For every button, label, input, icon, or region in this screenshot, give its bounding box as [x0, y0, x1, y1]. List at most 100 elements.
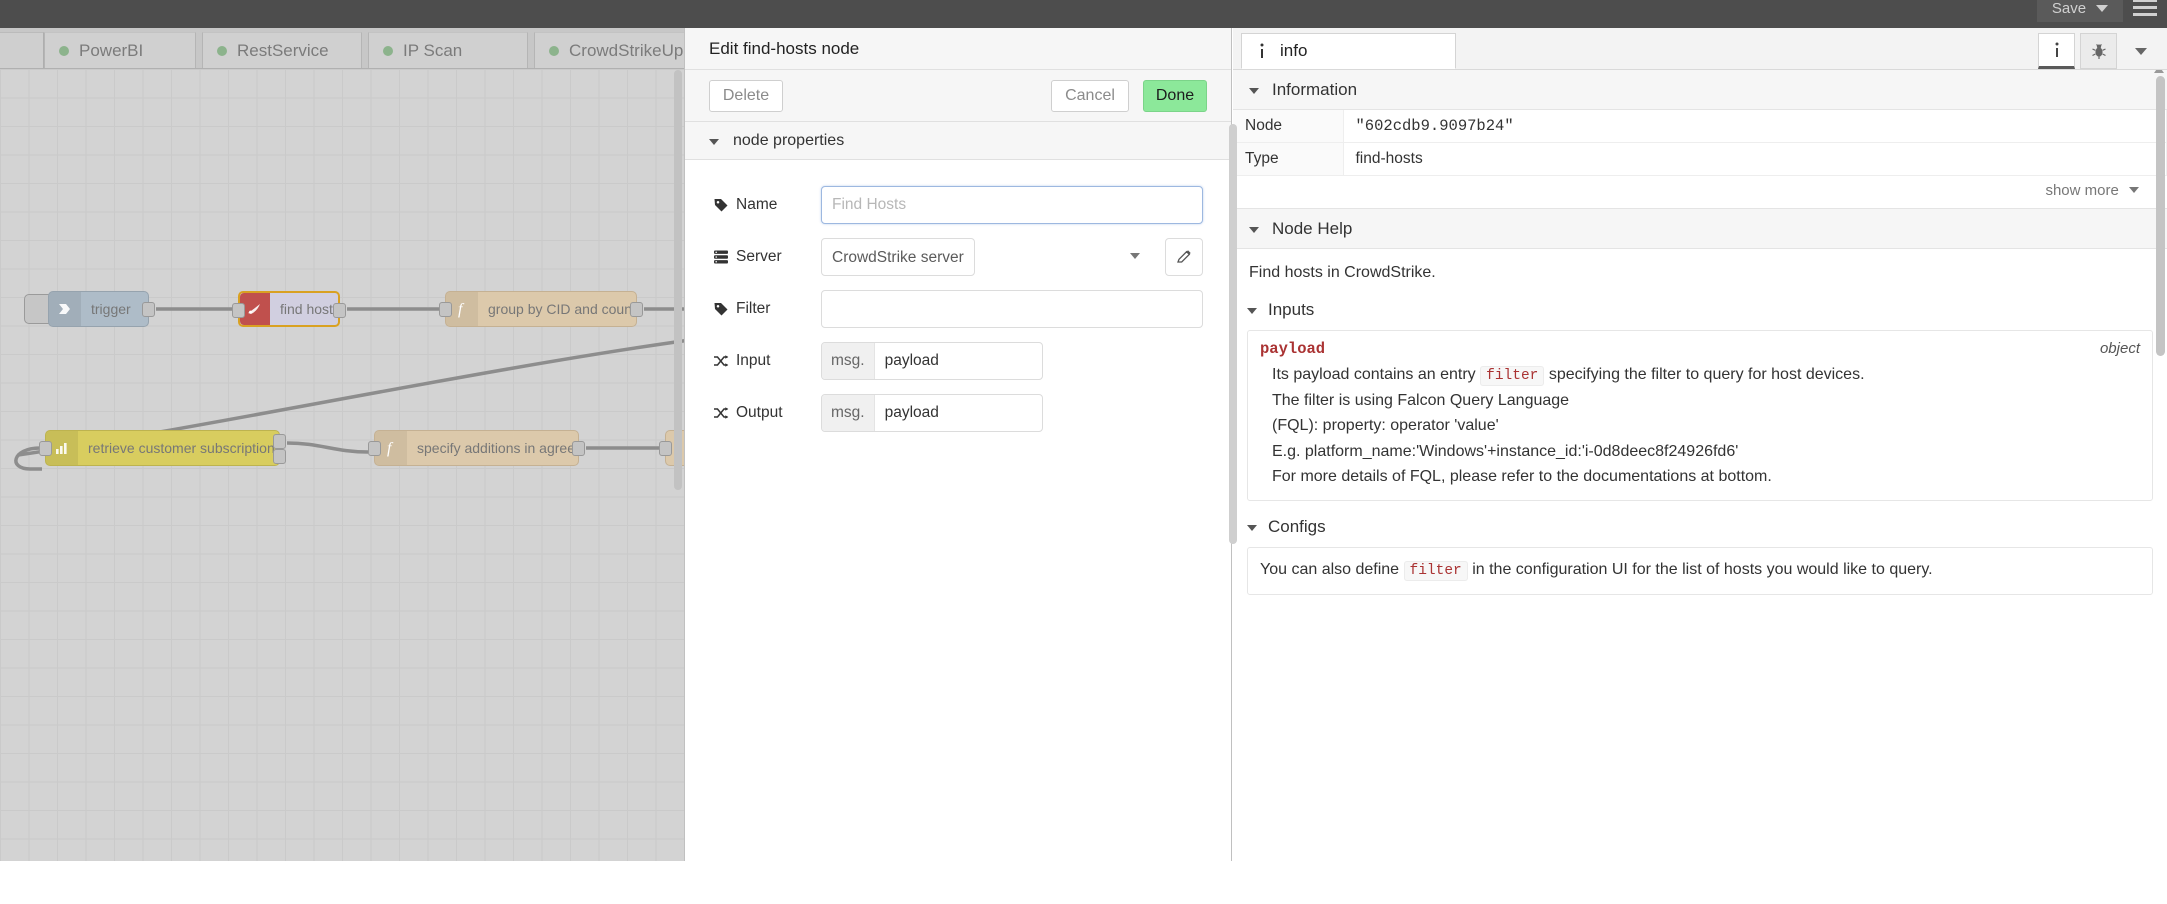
node-input-port[interactable]: [368, 441, 381, 456]
chevron-down-icon: [2129, 187, 2139, 193]
name-input[interactable]: [821, 186, 1203, 224]
svg-text:f: f: [458, 301, 465, 318]
debug-button[interactable]: [2080, 33, 2117, 69]
node-label: specify additions in agreement: [417, 440, 578, 456]
tab-info-label: info: [1280, 41, 1308, 60]
tab-scroll-stub[interactable]: [0, 32, 44, 68]
input-fql-line-2: (FQL): property: operator 'value': [1272, 417, 1499, 435]
node-properties-form: Name Server: [685, 160, 1231, 904]
input-msg-field[interactable]: msg. payload: [821, 342, 1043, 380]
sidebar-content: Information Node "602cdb9.9097b24" Type …: [1233, 70, 2167, 861]
tab-crowdstrikeupdate[interactable]: CrowdStrikeUpdate: [534, 32, 716, 68]
input-property-description: Its payload contains an entry filter spe…: [1260, 362, 2140, 388]
information-section-header[interactable]: Information: [1233, 70, 2167, 110]
dialog-toolbar: Delete Cancel Done: [685, 70, 1231, 122]
save-button[interactable]: Save: [2037, 0, 2123, 22]
input-property-name: payload: [1260, 340, 1326, 359]
node-label: group by CID and count hosts: [488, 301, 636, 317]
edit-server-config-button[interactable]: [1165, 238, 1203, 276]
chevron-down-icon: [1130, 253, 1140, 259]
filter-label-text: Filter: [736, 300, 771, 317]
node-input-port[interactable]: [232, 303, 245, 318]
desc-text: specifying the filter to query for host …: [1548, 366, 1865, 384]
node-output-port[interactable]: [142, 302, 155, 317]
status-dot-green-icon: [383, 45, 393, 56]
done-button[interactable]: Done: [1143, 79, 1207, 112]
show-more-button[interactable]: show more: [1233, 176, 2167, 209]
form-row-server: Server CrowdStrike server: [685, 238, 1231, 276]
node-output-port[interactable]: [333, 303, 346, 318]
arrow-into-box-icon: [49, 292, 81, 326]
input-msg-value[interactable]: payload: [875, 343, 949, 379]
information-header-label: Information: [1272, 79, 1358, 99]
node-output-port-1[interactable]: [273, 434, 286, 449]
node-output-port[interactable]: [572, 441, 585, 456]
shuffle-icon: [714, 407, 729, 419]
input-msg-prefix: msg.: [822, 343, 875, 379]
node-label: find hosts: [280, 301, 338, 317]
input-fql-reference: For more details of FQL, please refer to…: [1272, 467, 1772, 485]
dialog-scrollbar[interactable]: [1229, 124, 1237, 544]
node-output-port-2[interactable]: [273, 449, 286, 464]
node-find-hosts[interactable]: find hosts: [232, 291, 346, 327]
tab-ip-scan[interactable]: IP Scan: [368, 32, 528, 68]
node-input-port[interactable]: [39, 441, 52, 456]
node-retrieve-customer-subscription[interactable]: retrieve customer subscription details: [39, 430, 286, 466]
inputs-header-label: Inputs: [1268, 300, 1315, 320]
inputs-subsection-header[interactable]: Inputs: [1233, 294, 2167, 326]
node-group-by-cid[interactable]: f group by CID and count hosts: [439, 291, 643, 327]
tab-label: RestService: [237, 40, 329, 60]
chevron-down-icon: [1247, 525, 1257, 532]
node-output-port[interactable]: [630, 302, 643, 317]
delete-button[interactable]: Delete: [709, 79, 783, 112]
shuffle-icon: [714, 355, 729, 367]
status-dot-green-icon: [217, 45, 227, 56]
more-button[interactable]: [2122, 33, 2159, 69]
scroll-up-icon[interactable]: [2154, 70, 2164, 73]
tab-label: PowerBI: [79, 40, 144, 60]
canvas-scrollbar[interactable]: [674, 70, 682, 490]
tag-icon: [714, 199, 728, 212]
output-msg-value[interactable]: payload: [875, 395, 949, 431]
node-input-port[interactable]: [659, 441, 672, 456]
filter-input[interactable]: [821, 290, 1203, 328]
sidebar-tool-buttons: [2038, 33, 2159, 69]
server-select-wrap: CrowdStrike server: [821, 238, 1203, 276]
info-button[interactable]: [2038, 33, 2075, 69]
node-trigger[interactable]: trigger: [48, 291, 155, 327]
form-row-input: Input msg. payload: [685, 342, 1231, 380]
output-msg-field[interactable]: msg. payload: [821, 394, 1043, 432]
node-specify-additions[interactable]: f specify additions in agreement: [368, 430, 585, 466]
cancel-button[interactable]: Cancel: [1051, 79, 1129, 112]
header-actions: Save: [2037, 0, 2167, 28]
hamburger-menu-icon[interactable]: [2123, 0, 2167, 21]
name-input-wrap: [821, 186, 1203, 224]
server-field-label: Server: [713, 248, 821, 266]
node-properties-section-header[interactable]: node properties: [685, 122, 1231, 160]
chevron-down-icon: [2134, 47, 2147, 55]
desc-text: Its payload contains an entry: [1272, 366, 1476, 384]
filter-code-token: filter: [1480, 366, 1545, 387]
sidebar-tab-row: info: [1233, 28, 2167, 70]
node-help-header-label: Node Help: [1272, 218, 1353, 238]
tab-info[interactable]: info: [1241, 33, 1456, 69]
form-row-filter: Filter: [685, 290, 1231, 328]
name-field-label: Name: [713, 196, 821, 214]
input-fql-example: E.g. platform_name:'Windows'+instance_id…: [1272, 442, 1739, 460]
tab-label: IP Scan: [403, 40, 463, 60]
tab-powerbi[interactable]: PowerBI: [44, 32, 196, 68]
info-icon: [2055, 42, 2058, 57]
show-more-label: show more: [2045, 182, 2119, 199]
node-input-port[interactable]: [439, 302, 452, 317]
sidebar-scrollbar[interactable]: [2154, 70, 2165, 356]
server-label-text: Server: [736, 248, 782, 265]
info-value: find-hosts: [1343, 142, 2167, 176]
tab-restservice[interactable]: RestService: [202, 32, 362, 68]
configs-help-card: You can also define filter in the config…: [1247, 547, 2153, 596]
info-key: Type: [1233, 142, 1344, 176]
node-help-section-header[interactable]: Node Help: [1233, 209, 2167, 249]
server-select[interactable]: CrowdStrike server: [821, 238, 975, 276]
chevron-down-icon[interactable]: [2096, 4, 2109, 12]
configs-subsection-header[interactable]: Configs: [1233, 511, 2167, 543]
table-row: Type find-hosts: [1233, 142, 2167, 176]
